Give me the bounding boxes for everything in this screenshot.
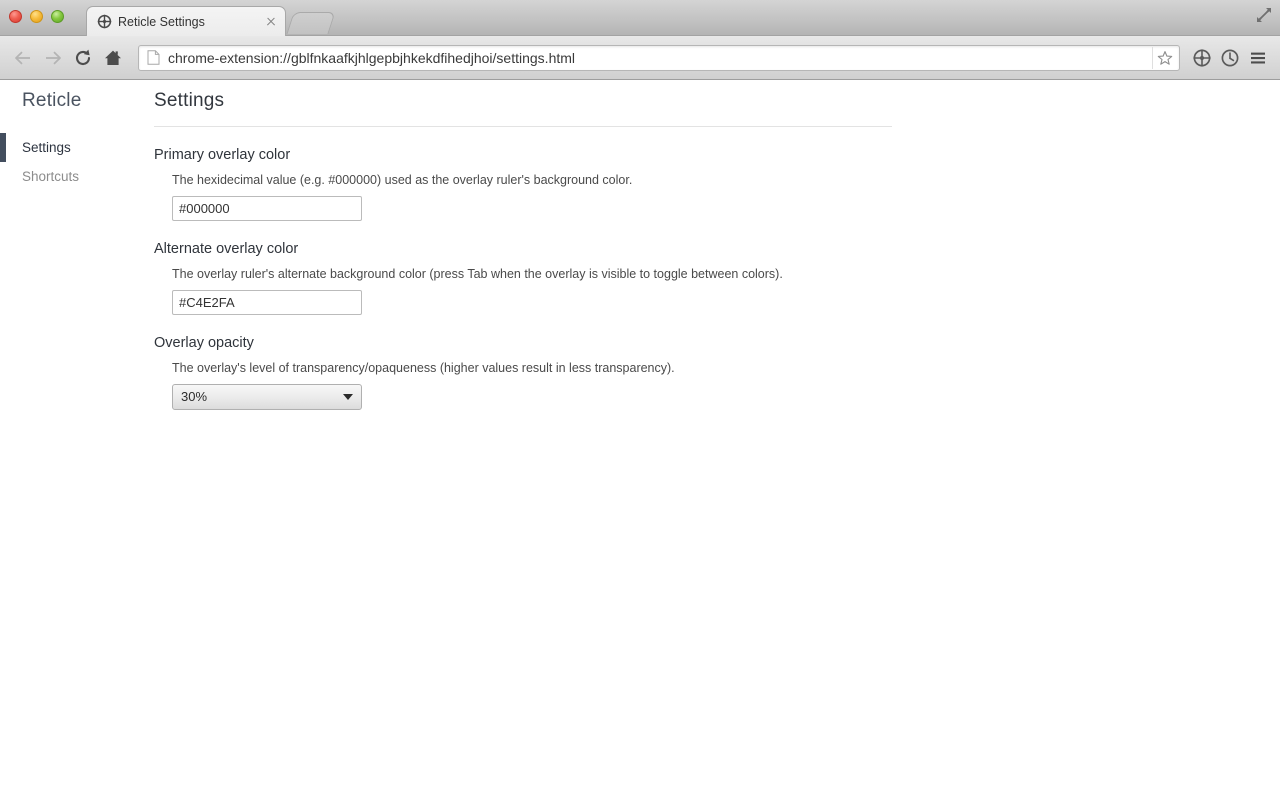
field-help-text: The overlay ruler's alternate background… <box>172 267 783 281</box>
close-window-button[interactable] <box>9 10 22 23</box>
active-indicator <box>0 133 6 162</box>
browser-toolbar: chrome-extension://gblfnkaafkjhlgepbjhke… <box>0 36 1280 80</box>
back-arrow-icon <box>15 51 30 64</box>
app-brand-title: Reticle <box>22 90 82 111</box>
window-traffic-lights <box>9 10 64 23</box>
field-alternate-overlay-color: Alternate overlay color The overlay rule… <box>154 241 1280 315</box>
reload-button[interactable] <box>68 43 98 73</box>
new-tab-button[interactable] <box>286 12 336 34</box>
reticle-extension-icon <box>1193 48 1211 67</box>
alternate-overlay-color-input[interactable] <box>172 290 362 315</box>
tab-title: Reticle Settings <box>118 14 205 29</box>
field-label: Primary overlay color <box>154 147 291 163</box>
field-label: Alternate overlay color <box>154 241 299 257</box>
sidebar-nav: Settings Shortcuts <box>0 133 154 191</box>
reticle-crosshair-icon <box>97 14 112 29</box>
home-icon <box>105 50 121 65</box>
title-divider <box>154 126 892 127</box>
field-primary-overlay-color: Primary overlay color The hexidecimal va… <box>154 147 1280 221</box>
primary-overlay-color-input[interactable] <box>172 196 362 221</box>
forward-arrow-icon <box>46 51 61 64</box>
overlay-opacity-select[interactable]: 30% <box>172 384 362 410</box>
browser-window: Reticle Settings chrome-extension://gblf… <box>0 0 1280 800</box>
maximize-window-button[interactable] <box>51 10 64 23</box>
forward-button[interactable] <box>38 43 68 73</box>
field-overlay-opacity: Overlay opacity The overlay's level of t… <box>154 335 1280 410</box>
address-bar-url[interactable]: chrome-extension://gblfnkaafkjhlgepbjhke… <box>168 49 1152 67</box>
active-indicator <box>0 162 6 191</box>
field-help-text: The hexidecimal value (e.g. #000000) use… <box>172 173 633 187</box>
field-label: Overlay opacity <box>154 335 254 351</box>
home-button[interactable] <box>98 43 128 73</box>
field-help-text: The overlay's level of transparency/opaq… <box>172 361 675 375</box>
history-button[interactable] <box>1216 44 1244 72</box>
clock-icon <box>1221 49 1239 66</box>
hamburger-menu-icon <box>1251 52 1265 63</box>
chrome-menu-button[interactable] <box>1244 44 1272 72</box>
close-tab-icon[interactable] <box>263 14 279 30</box>
back-button[interactable] <box>8 43 38 73</box>
browser-tab-active[interactable]: Reticle Settings <box>86 6 286 36</box>
sidebar-item-settings[interactable]: Settings <box>0 133 154 162</box>
page-title: Settings <box>154 90 225 111</box>
fullscreen-icon[interactable] <box>1254 5 1274 25</box>
bookmark-star-button[interactable] <box>1152 46 1177 69</box>
page-viewport: Reticle Settings Shortcuts Settings Prim… <box>0 81 1280 800</box>
tab-strip: Reticle Settings <box>0 0 1280 36</box>
document-icon <box>147 50 160 65</box>
sidebar: Reticle Settings Shortcuts <box>0 81 154 800</box>
star-icon <box>1157 50 1173 65</box>
sidebar-item-label: Settings <box>22 139 71 155</box>
sidebar-item-shortcuts[interactable]: Shortcuts <box>0 162 154 191</box>
chevron-down-icon <box>343 394 353 400</box>
extension-button-reticle[interactable] <box>1188 44 1216 72</box>
settings-content: Settings Primary overlay color The hexid… <box>154 81 1280 410</box>
address-bar[interactable]: chrome-extension://gblfnkaafkjhlgepbjhke… <box>138 44 1180 71</box>
overlay-opacity-value: 30% <box>181 389 208 404</box>
minimize-window-button[interactable] <box>30 10 43 23</box>
reload-icon <box>75 49 91 65</box>
sidebar-item-label: Shortcuts <box>22 168 80 184</box>
